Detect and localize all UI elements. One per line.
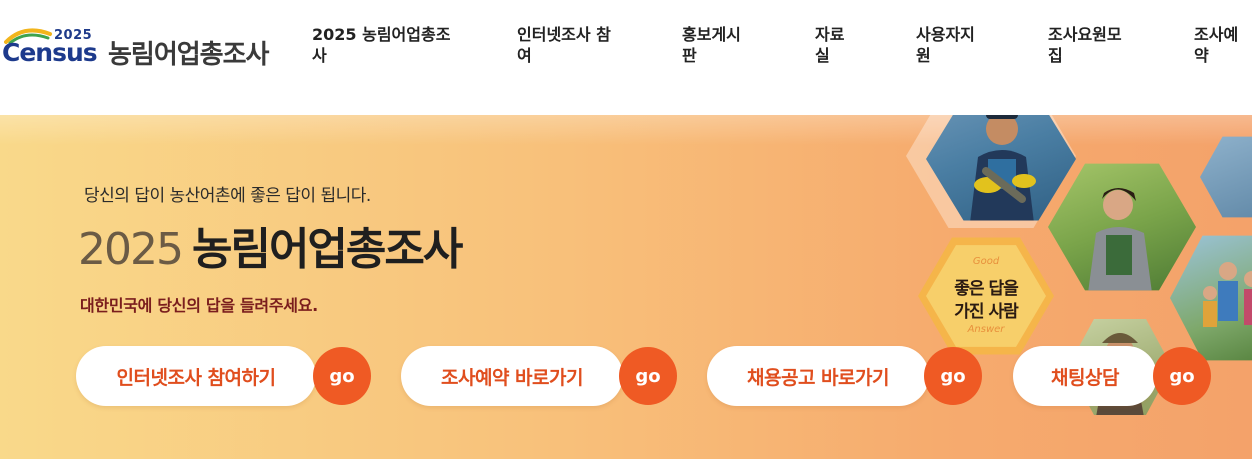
family-figure-icon xyxy=(1203,262,1252,327)
good-answer-badge: Good 좋은 답을 가진 사람 Answer xyxy=(922,240,1050,352)
nav-item-user-support[interactable]: 사용자지원 xyxy=(916,24,984,66)
cta-reservation[interactable]: 조사예약 바로가기 go xyxy=(401,346,679,406)
nav-item-recruitment[interactable]: 조사요원모집 xyxy=(1048,24,1132,66)
farmer-figure-icon xyxy=(1088,188,1152,291)
hero-banner: 당신의 답이 농산어촌에 좋은 답이 됩니다. 2025 농림어업총조사 대한민국… xyxy=(0,115,1252,459)
logo-title: 농림어업총조사 xyxy=(108,40,269,70)
badge-answer: Answer xyxy=(967,324,1005,335)
hero-title-year: 2025 xyxy=(78,224,184,275)
cta-reservation-go-button[interactable]: go xyxy=(619,347,677,405)
cta-recruitment-go-button[interactable]: go xyxy=(924,347,982,405)
cta-internet-survey-go-button[interactable]: go xyxy=(313,347,371,405)
hero-tagline: 당신의 답이 농산어촌에 좋은 답이 됩니다. xyxy=(84,186,371,206)
census-logo[interactable]: 2025 Census 농림어업총조사 xyxy=(2,24,292,74)
cta-internet-survey-label[interactable]: 인터넷조사 참여하기 xyxy=(76,346,316,406)
hero-title: 2025 농림어업총조사 xyxy=(78,213,463,277)
hero-subtitle: 대한민국에 당신의 답을 들려주세요. xyxy=(80,296,318,315)
nav-item-resources[interactable]: 자료실 xyxy=(815,24,849,66)
nav-item-promotion-board[interactable]: 홍보게시판 xyxy=(682,24,750,66)
logo-brand: Census xyxy=(2,38,98,67)
site-header: 2025 Census 농림어업총조사 2025 농림어업총조사 인터넷조사 참… xyxy=(0,0,1252,115)
nav-item-reservation[interactable]: 조사예약 xyxy=(1194,24,1246,66)
badge-good: Good xyxy=(972,256,1000,267)
photo-family xyxy=(1170,235,1252,361)
hero-title-text: 농림어업총조사 xyxy=(191,224,463,275)
cta-recruitment-label[interactable]: 채용공고 바로가기 xyxy=(707,346,929,406)
cta-internet-survey[interactable]: 인터넷조사 참여하기 go xyxy=(76,346,372,406)
cta-reservation-label[interactable]: 조사예약 바로가기 xyxy=(401,346,623,406)
cta-chat[interactable]: 채팅상담 go xyxy=(1013,346,1213,406)
photo-farmer xyxy=(1048,163,1196,291)
cta-recruitment[interactable]: 채용공고 바로가기 go xyxy=(707,346,985,406)
nav-item-census-2025[interactable]: 2025 농림어업총조사 xyxy=(312,24,457,66)
badge-line1: 좋은 답을 xyxy=(954,279,1018,299)
photo-collage: Good 좋은 답을 가진 사람 Answer xyxy=(900,115,1252,459)
photo-family-top xyxy=(1200,136,1252,218)
badge-line2: 가진 사람 xyxy=(954,302,1018,322)
cta-chat-label[interactable]: 채팅상담 xyxy=(1013,346,1157,406)
nav-item-internet-survey[interactable]: 인터넷조사 참여 xyxy=(517,24,617,66)
cta-chat-go-button[interactable]: go xyxy=(1153,347,1211,405)
